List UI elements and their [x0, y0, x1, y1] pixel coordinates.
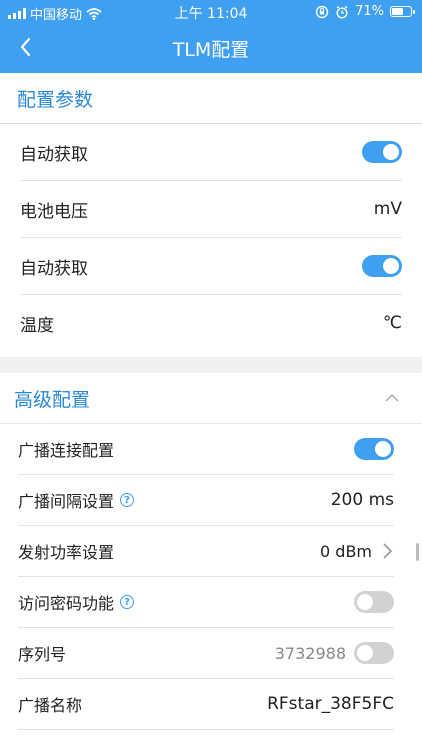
toggle-knob [383, 258, 399, 274]
toggle-knob [357, 594, 373, 610]
broadcast-interval-value: 200 ms [330, 490, 394, 510]
toggle-knob [357, 645, 373, 661]
auto-fetch-temperature-toggle[interactable] [362, 255, 402, 277]
temperature-unit: ℃ [382, 313, 402, 333]
serial-number-value: 3732988 [274, 643, 346, 663]
scrollbar[interactable] [416, 543, 419, 561]
serial-number-wrap: 3732988 [275, 642, 394, 664]
broadcast-interval-row[interactable]: 广播间隔设置 ? 200 ms [18, 475, 394, 526]
auto-fetch-voltage-row: 自动获取 [20, 124, 402, 181]
tx-power-value-wrap: 0 dBm [320, 542, 394, 561]
row-label: 自动获取 [20, 144, 88, 165]
battery-percent: 71% [355, 4, 384, 19]
navigation-bar: TLM配置 [0, 22, 422, 73]
battery-voltage-row: 电池电压 mV [20, 181, 402, 238]
auto-fetch-temperature-row: 自动获取 [20, 238, 402, 295]
row-label: 发射功率设置 [18, 543, 115, 562]
row-label-wrap: 广播间隔设置 ? [18, 488, 135, 512]
page-title: TLM配置 [172, 39, 250, 61]
advanced-section-header[interactable]: 高级配置 [0, 373, 422, 423]
status-right: 71% [315, 4, 415, 19]
row-label: 广播连接配置 [18, 441, 115, 460]
broadcast-connect-toggle[interactable] [354, 438, 394, 460]
help-icon[interactable]: ? [120, 493, 135, 507]
alarm-icon [336, 5, 348, 19]
row-label: 广播名称 [18, 696, 83, 715]
section-divider [0, 357, 422, 373]
status-bar: 中国移动 上午 11:04 71% [0, 0, 422, 23]
row-label: 温度 [20, 315, 54, 336]
battery-level-fill [392, 8, 404, 15]
temperature-row: 温度 ℃ [20, 295, 402, 351]
row-label: 电池电压 [20, 201, 88, 222]
tx-power-row[interactable]: 发射功率设置 0 dBm [18, 526, 394, 577]
rotation-lock-icon [315, 5, 329, 18]
chevron-up-icon[interactable] [384, 393, 400, 403]
config-section-header: 配置参数 [0, 73, 422, 124]
content: 配置参数 自动获取 电池电压 mV 自动获取 温度 ℃ 高级配置 广播连接配置 [0, 73, 422, 750]
advanced-group: 广播连接配置 广播间隔设置 ? 200 ms 发射功率设置 0 dBm 访问密码… [0, 423, 422, 730]
row-label-wrap: 访问密码功能 ? [18, 590, 135, 614]
help-icon[interactable]: ? [120, 595, 135, 609]
header-bar: 中国移动 上午 11:04 71% TLM配置 [0, 0, 422, 73]
row-label: 序列号 [18, 645, 67, 664]
row-label: 广播间隔设置 [18, 492, 115, 511]
toggle-knob [383, 144, 399, 160]
toggle-knob [375, 441, 391, 457]
access-password-toggle[interactable] [354, 591, 394, 613]
access-password-row: 访问密码功能 ? [18, 577, 394, 628]
broadcast-name-row[interactable]: 广播名称 RFstar_38F5FC [18, 679, 394, 730]
auto-fetch-voltage-toggle[interactable] [362, 141, 402, 163]
chevron-right-icon[interactable] [380, 542, 394, 560]
broadcast-name-value: RFstar_38F5FC [267, 694, 394, 714]
advanced-section-title: 高级配置 [14, 388, 91, 411]
tx-power-value: 0 dBm [320, 541, 372, 561]
battery-icon [390, 6, 415, 17]
serial-number-row: 序列号 3732988 [18, 628, 394, 679]
config-group: 自动获取 电池电压 mV 自动获取 温度 ℃ [0, 124, 422, 357]
row-label: 自动获取 [20, 258, 88, 279]
battery-voltage-unit: mV [373, 199, 402, 219]
row-label: 访问密码功能 [18, 594, 115, 613]
serial-number-toggle[interactable] [354, 642, 394, 664]
broadcast-connect-row: 广播连接配置 [18, 424, 394, 475]
